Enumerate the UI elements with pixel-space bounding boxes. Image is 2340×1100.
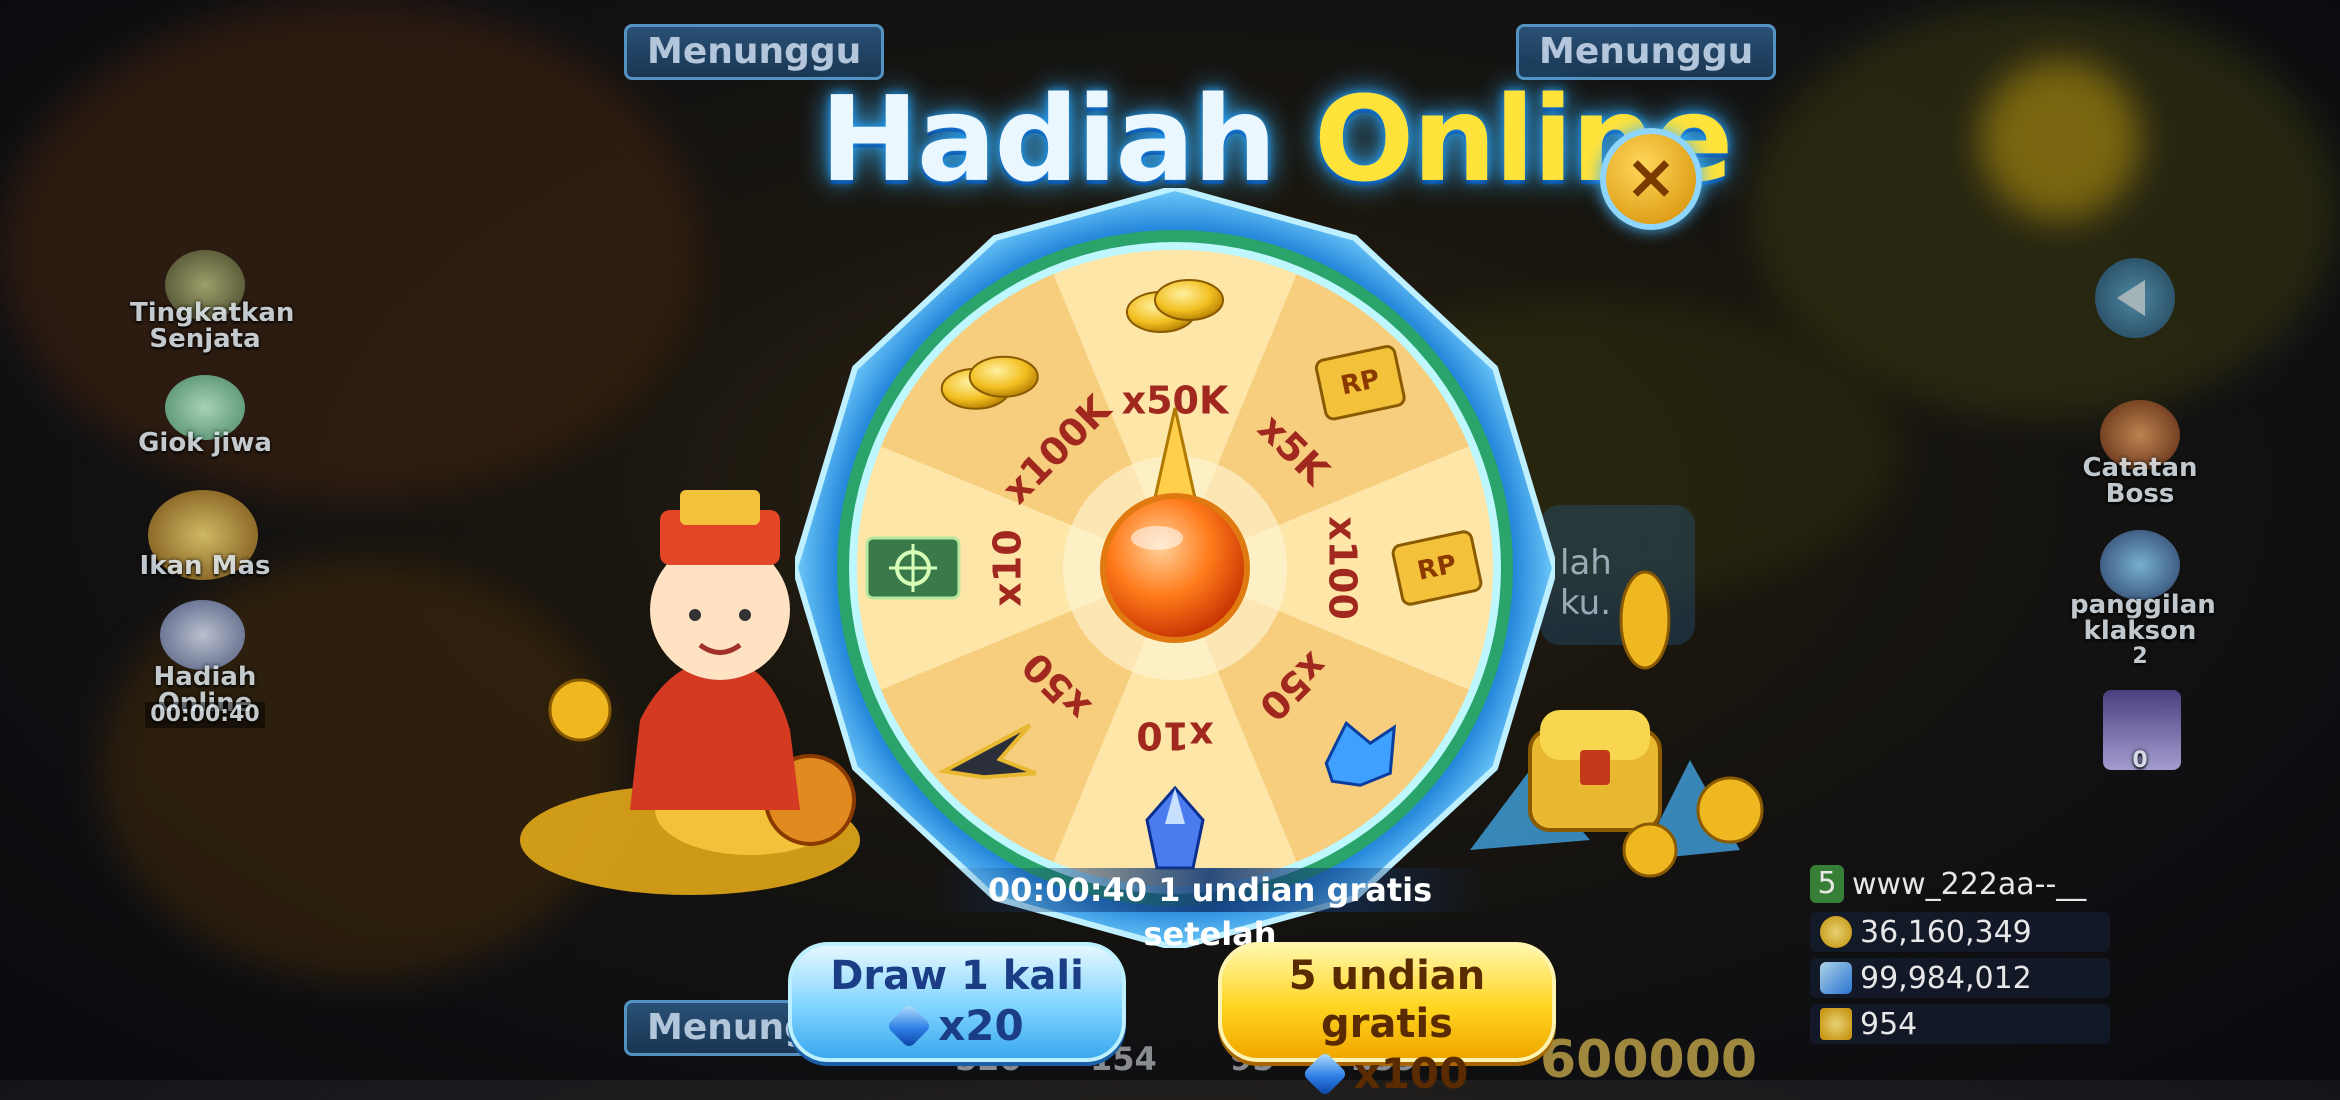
online-gift-timer: 00:00:40 bbox=[145, 702, 265, 728]
arrow-left-icon bbox=[2117, 280, 2145, 316]
menu-label: Ikan Mas bbox=[139, 551, 271, 581]
menu-label: Giok jiwa bbox=[138, 428, 272, 458]
gem-balance-row: 99,984,012 bbox=[1810, 958, 2110, 998]
coin-balance: 36,160,349 bbox=[1860, 914, 2032, 950]
coin-balance-row: 36,160,349 bbox=[1810, 912, 2110, 952]
draw-five-button[interactable]: 5 undian gratis x100 bbox=[1218, 942, 1556, 1098]
online-gift-icon bbox=[160, 600, 245, 670]
menu-label: Catatan Boss bbox=[2082, 453, 2198, 509]
player-stats-panel: 5 www_222aa--__ 36,160,349 99,984,012 95… bbox=[1810, 862, 2110, 1062]
level-badge: 5 bbox=[1810, 865, 1844, 903]
wheel-multiplier-label: x10 bbox=[1136, 714, 1213, 758]
prize-wheel: x50K x5K x100 x50 x10 x50 x10 x100K RP RP bbox=[791, 184, 1559, 952]
wheel-multiplier-label: x100 bbox=[1321, 516, 1365, 620]
close-x-icon: × bbox=[1625, 140, 1677, 213]
draw-once-cost: x20 bbox=[938, 1001, 1024, 1050]
spin-hub-button[interactable] bbox=[1100, 493, 1250, 643]
player-name: www_222aa--__ bbox=[1852, 866, 2087, 902]
horn-call-count: 2 bbox=[2132, 644, 2148, 669]
draw-five-cost: x100 bbox=[1353, 1049, 1469, 1098]
rp-ticket-icon bbox=[1820, 1008, 1852, 1040]
draw-five-label: 5 undian gratis bbox=[1288, 953, 1486, 1047]
coin-icon-deco bbox=[1619, 570, 1671, 670]
gem-icon bbox=[886, 1003, 933, 1049]
skill-card-count: 0 bbox=[2132, 748, 2148, 773]
close-button[interactable]: × bbox=[1600, 128, 1702, 230]
jackpot-value: 600000 bbox=[1540, 1030, 1758, 1090]
back-arrow-button[interactable] bbox=[2095, 258, 2175, 338]
menu-label: Tingkatkan Senjata bbox=[130, 298, 295, 354]
coin-icon bbox=[1820, 916, 1852, 948]
free-draw-timer: 00:00:40 1 undian gratis setelah bbox=[930, 868, 1490, 953]
gem-icon bbox=[1820, 962, 1852, 994]
menu-label: panggilan klakson bbox=[2070, 590, 2216, 646]
wheel-multiplier-label: x10 bbox=[986, 529, 1030, 606]
draw-once-button[interactable]: Draw 1 kali x20 bbox=[788, 942, 1126, 1062]
gem-icon bbox=[1301, 1051, 1348, 1097]
rp-balance-row: 954 bbox=[1810, 1004, 2110, 1044]
gem-balance: 99,984,012 bbox=[1860, 960, 2032, 996]
draw-once-label: Draw 1 kali bbox=[830, 953, 1084, 999]
rp-balance: 954 bbox=[1860, 1006, 1918, 1042]
target-card-icon bbox=[865, 536, 961, 600]
